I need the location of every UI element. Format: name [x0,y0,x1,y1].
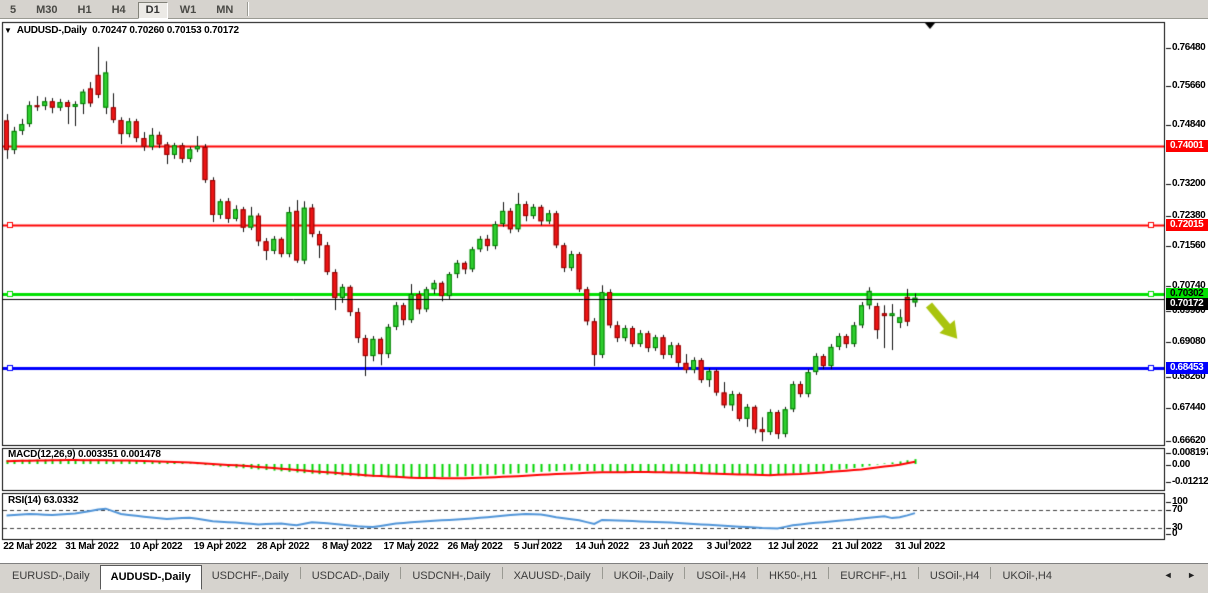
timeframe-button-h4[interactable]: H4 [104,2,134,19]
tab-hk50-h1[interactable]: HK50-,H1 [759,566,827,587]
macd-axis-tick-label: -0.012121 [1172,476,1208,487]
price-axis-tick-label: 0.75660 [1172,80,1208,91]
tab-scrollers: ◄ ► [1158,568,1202,582]
date-axis-tick-label: 31 Jul 2022 [895,541,945,552]
tab-usdchf-daily[interactable]: USDCHF-,Daily [202,566,299,587]
date-axis-tick-label: 19 Apr 2022 [194,541,246,552]
price-axis-tick-label: 0.66620 [1172,435,1208,446]
date-axis-tick-label: 28 Apr 2022 [257,541,309,552]
rsi-indicator-label: RSI(14) 63.0332 [8,495,78,506]
tab-separator [757,567,758,579]
tab-scroll-left-icon[interactable]: ◄ [1158,568,1179,582]
tab-usdcad-daily[interactable]: USDCAD-,Daily [302,566,400,587]
macd-axis-tick-label: 0.00 [1172,459,1208,470]
price-axis-tick-label: 0.67440 [1172,402,1208,413]
timeframe-button-mn[interactable]: MN [208,2,241,19]
toolbar-separator [247,2,249,16]
price-axis-tick-label: 0.74840 [1172,119,1208,130]
price-level-badge: 0.68453 [1166,362,1208,374]
timeframe-button-h1[interactable]: H1 [70,2,100,19]
tab-separator [400,567,401,579]
collapse-indicator-icon[interactable]: ▼ [4,26,12,35]
price-axis-tick-label: 0.73200 [1172,178,1208,189]
current-price-badge: 0.70172 [1166,298,1208,310]
price-axis-tick-label: 0.76480 [1172,42,1208,53]
tab-usoil-h4[interactable]: USOil-,H4 [686,566,756,587]
tab-separator [602,567,603,579]
date-axis-tick-label: 8 May 2022 [322,541,372,552]
date-axis-tick-label: 23 Jun 2022 [639,541,692,552]
tab-scroll-right-icon[interactable]: ► [1181,568,1202,582]
rsi-axis-tick-label: 0 [1172,528,1208,539]
tab-ukoil-h4[interactable]: UKOil-,H4 [992,566,1062,587]
timeframe-button-m30[interactable]: M30 [28,2,65,19]
date-axis-tick-label: 3 Jul 2022 [707,541,752,552]
tab-separator [990,567,991,579]
price-axis-tick-label: 0.69080 [1172,336,1208,347]
tab-xauusd-daily[interactable]: XAUUSD-,Daily [504,566,601,587]
date-axis-tick-label: 21 Jul 2022 [832,541,882,552]
date-axis-tick-label: 17 May 2022 [383,541,438,552]
rsi-axis-tick-label: 70 [1172,504,1208,515]
date-axis-tick-label: 12 Jul 2022 [768,541,818,552]
timeframe-button-w1[interactable]: W1 [172,2,205,19]
macd-axis-tick-label: 0.008197 [1172,447,1208,458]
date-axis-tick-label: 31 Mar 2022 [65,541,118,552]
timeframe-button-5[interactable]: 5 [2,2,24,19]
price-level-badge: 0.72015 [1166,219,1208,231]
trading-terminal-window: 5M30 H1H4D1W1MN ▼ AUDUSD-,Daily 0.70247 0.… [0,0,1208,593]
price-level-badge: 0.74001 [1166,140,1208,152]
tab-usoil-h4[interactable]: USOil-,H4 [920,566,990,587]
chart-tab-bar: EURUSD-,DailyAUDUSD-,DailyUSDCHF-,DailyU… [0,563,1208,593]
macd-indicator-label: MACD(12,26,9) 0.003351 0.001478 [8,449,161,460]
tab-eurchf-h1[interactable]: EURCHF-,H1 [830,566,917,587]
date-axis-tick-label: 22 Mar 2022 [3,541,56,552]
tab-usdcnh-daily[interactable]: USDCNH-,Daily [402,566,500,587]
price-axis-tick-label: 0.71560 [1172,240,1208,251]
tab-ukoil-daily[interactable]: UKOil-,Daily [604,566,684,587]
chart-symbol-label: AUDUSD-,Daily [17,25,87,36]
date-axis-tick-label: 14 Jun 2022 [575,541,628,552]
date-axis-tick-label: 10 Apr 2022 [130,541,182,552]
tab-separator [828,567,829,579]
date-axis-tick-label: 5 Jun 2022 [514,541,562,552]
chart-ohlc-values: 0.70247 0.70260 0.70153 0.70172 [92,25,239,36]
tab-eurusd-daily[interactable]: EURUSD-,Daily [2,566,100,587]
timeframe-toolbar: 5M30 H1H4D1W1MN [0,0,1208,19]
tab-separator [300,567,301,579]
tab-separator [918,567,919,579]
date-axis-tick-label: 26 May 2022 [447,541,502,552]
chart-canvas[interactable] [0,19,1208,563]
chart-title: ▼ AUDUSD-,Daily 0.70247 0.70260 0.70153 0… [4,25,239,36]
chart-tabs: EURUSD-,DailyAUDUSD-,DailyUSDCHF-,DailyU… [2,564,1062,588]
tab-separator [502,567,503,579]
tab-audusd-daily[interactable]: AUDUSD-,Daily [100,565,202,590]
chart-region: ▼ AUDUSD-,Daily 0.70247 0.70260 0.70153 0… [0,19,1208,563]
tab-separator [684,567,685,579]
timeframe-button-d1[interactable]: D1 [138,2,168,19]
